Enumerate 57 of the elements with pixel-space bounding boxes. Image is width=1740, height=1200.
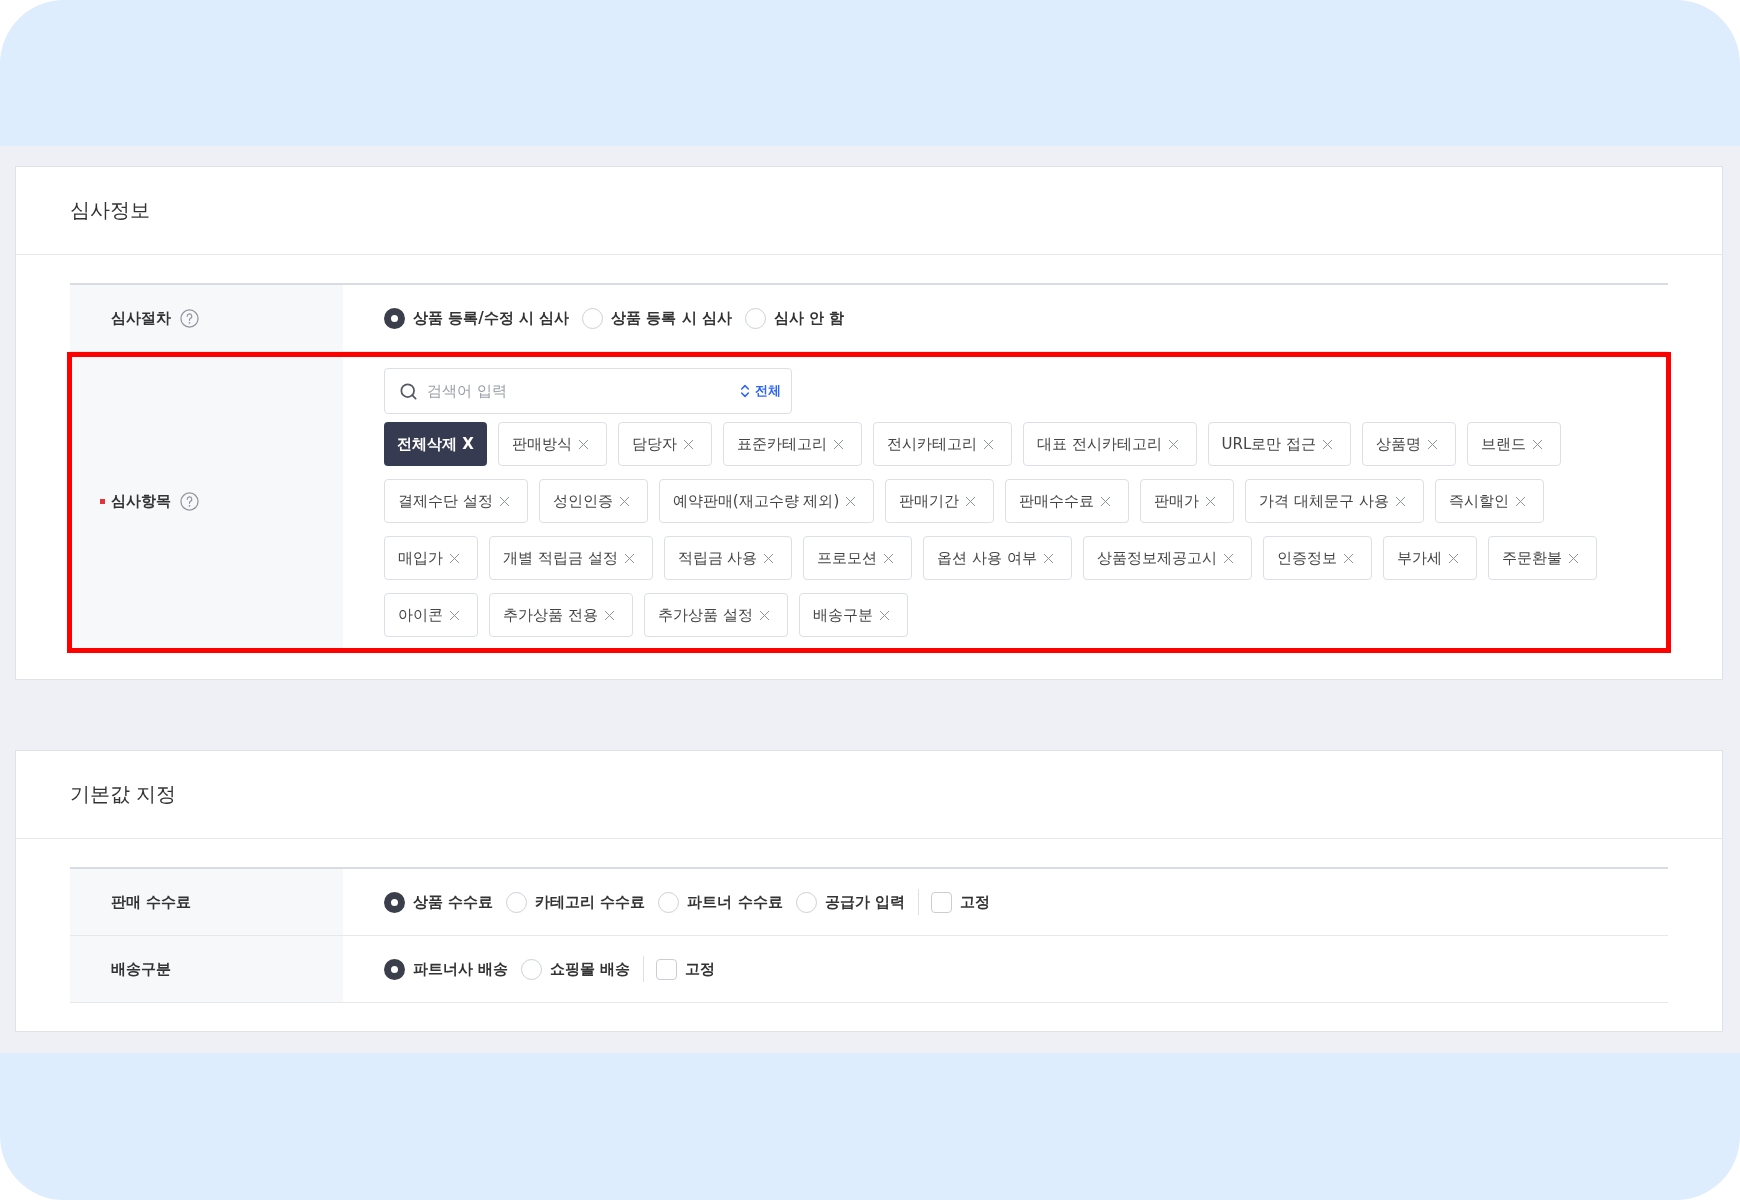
tag-chip[interactable]: 표준카테고리 (722, 422, 862, 466)
search-field[interactable]: 검색어 입력 전체 (384, 368, 792, 414)
radio-button[interactable] (384, 307, 405, 329)
radio-label[interactable]: 공급가 입력 (824, 892, 905, 912)
tag-chip[interactable]: 판매기간 (885, 479, 995, 523)
radio-label[interactable]: 상품 등록 시 심사 (611, 308, 732, 328)
field-label: 심사항목 (111, 491, 171, 511)
tag-chip[interactable]: URL로만 접근 (1207, 422, 1352, 466)
checkbox-label[interactable]: 고정 (685, 959, 716, 979)
tag-chip[interactable]: 판매수수료 (1005, 479, 1130, 523)
tag-chip[interactable]: 브랜드 (1467, 422, 1562, 466)
tag-chip[interactable]: 즉시할인 (1434, 479, 1544, 523)
radio-label[interactable]: 파트너사 배송 (413, 959, 509, 979)
search-icon (399, 381, 418, 401)
tag-chip[interactable]: 판매방식 (497, 422, 607, 466)
clear-all-button[interactable]: 전체삭제 X (384, 422, 487, 466)
tag-chip[interactable]: 상품정보제공고시 (1082, 536, 1252, 580)
tag-chip[interactable]: 대표 전시카테고리 (1022, 422, 1197, 466)
tag-chip[interactable]: 예약판매(재고수량 제외) (658, 479, 875, 523)
tag-chip[interactable]: 추가상품 설정 (643, 593, 788, 637)
tag-chip[interactable]: 추가상품 전용 (489, 593, 633, 637)
tag-chip[interactable]: 적립금 사용 (663, 536, 793, 580)
card-title: 심사정보 (70, 197, 150, 224)
radio-label[interactable]: 상품 수수료 (413, 892, 494, 912)
radio-label[interactable]: 상품 등록/수정 시 심사 (413, 308, 570, 328)
checkbox-label[interactable]: 고정 (959, 892, 990, 912)
checkbox[interactable] (930, 891, 952, 913)
filter-toggle[interactable]: 전체 (737, 382, 781, 400)
tag-chip[interactable]: 인증정보 (1262, 536, 1372, 580)
field-label: 배송구분 (111, 959, 171, 979)
field-label: 심사절차 (111, 308, 171, 328)
tag-chip[interactable]: 결제수단 설정 (384, 479, 528, 523)
tag-chip[interactable]: 가격 대체문구 사용 (1245, 479, 1424, 523)
tag-chip[interactable]: 아이콘 (384, 593, 478, 637)
card-title: 기본값 지정 (70, 781, 177, 808)
help-icon[interactable] (180, 308, 199, 328)
tag-chip[interactable]: 성인인증 (538, 479, 648, 523)
help-icon[interactable] (180, 491, 199, 511)
tag-chip[interactable]: 개별 적립금 설정 (489, 536, 653, 580)
tag-chip[interactable]: 부가세 (1382, 536, 1477, 580)
tag-chip[interactable]: 옵션 사용 여부 (923, 536, 1072, 580)
radio-button[interactable] (384, 958, 405, 980)
tag-chip[interactable]: 매입가 (384, 536, 478, 580)
radio-button[interactable] (384, 891, 405, 913)
tag-chip[interactable]: 담당자 (617, 422, 712, 466)
tag-chip[interactable]: 프로모션 (803, 536, 913, 580)
tag-chip[interactable]: 전시카테고리 (872, 422, 1012, 466)
radio-label[interactable]: 쇼핑몰 배송 (550, 959, 631, 979)
tag-chip[interactable]: 상품명 (1362, 422, 1457, 466)
tag-chip[interactable]: 배송구분 (798, 593, 908, 637)
tag-chip[interactable]: 판매가 (1140, 479, 1235, 523)
tag-chip[interactable]: 주문환불 (1487, 536, 1597, 580)
radio-label[interactable]: 심사 안 함 (773, 308, 845, 328)
field-label: 판매 수수료 (111, 892, 192, 912)
radio-label[interactable]: 파트너 수수료 (687, 892, 783, 912)
checkbox[interactable] (656, 958, 678, 980)
radio-label[interactable]: 카테고리 수수료 (535, 892, 646, 912)
